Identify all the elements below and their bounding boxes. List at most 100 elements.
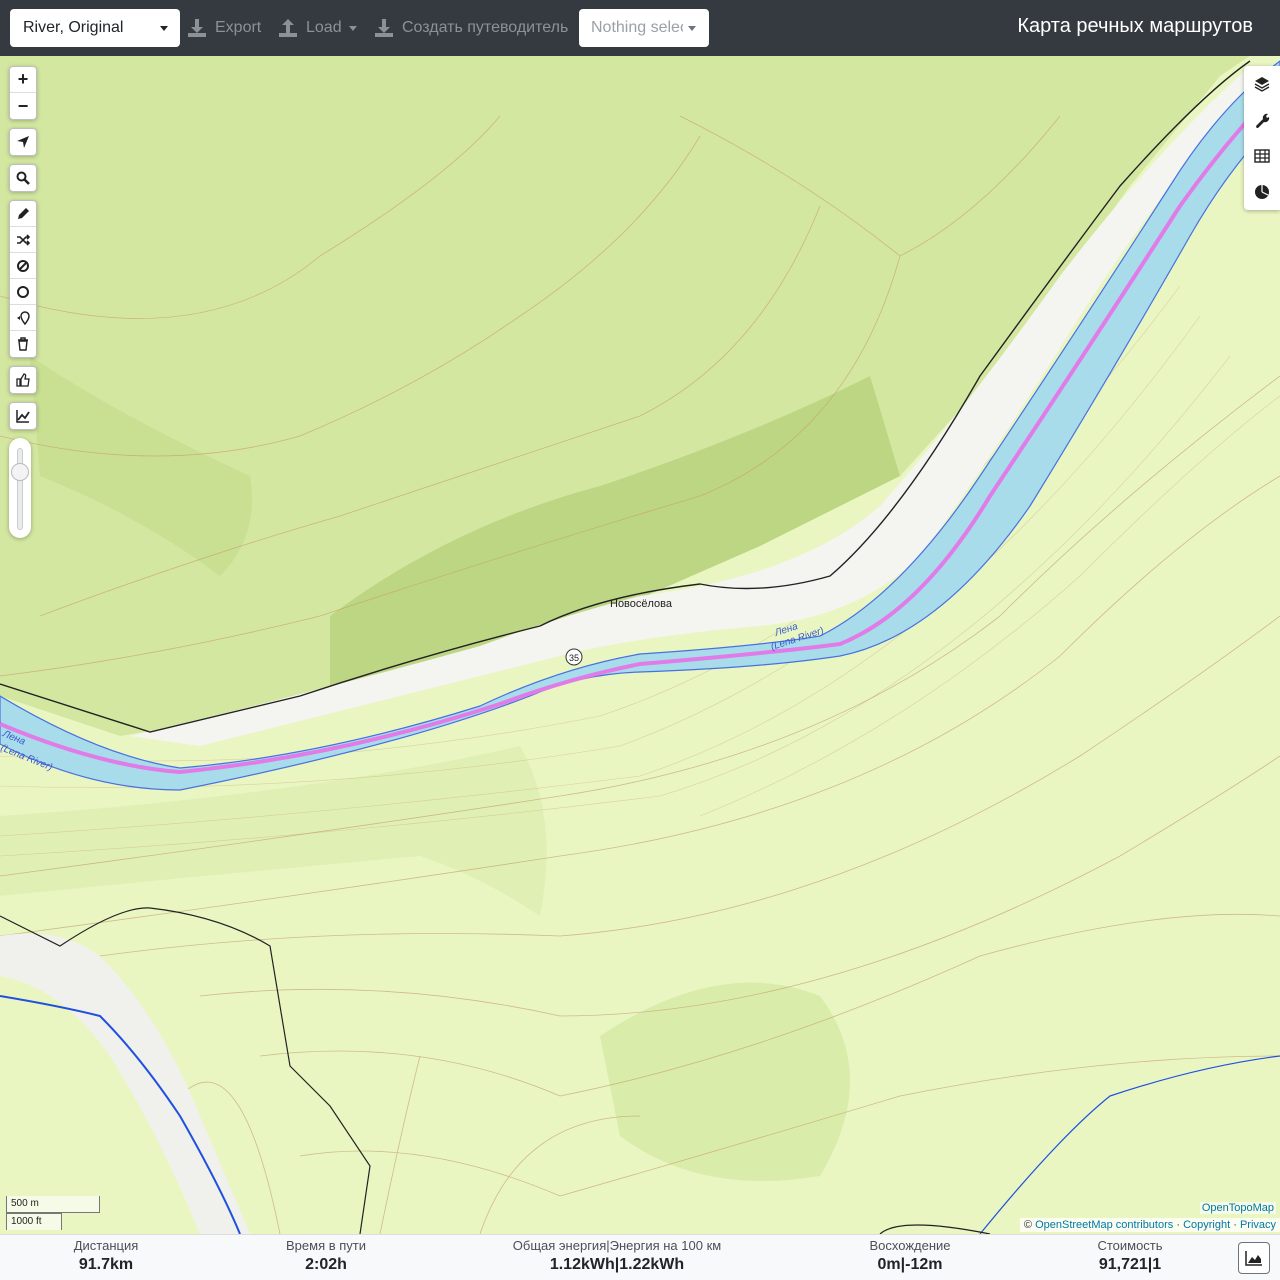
chevron-down-icon — [160, 26, 168, 31]
locate-button[interactable] — [10, 129, 36, 155]
export-button[interactable]: Export — [187, 9, 261, 47]
stat-distance: Дистанция 91.7km — [58, 1238, 154, 1274]
shuffle-icon — [17, 233, 30, 246]
elevation-chart-icon — [16, 410, 30, 423]
privacy-link[interactable]: Privacy — [1240, 1219, 1276, 1231]
search-button[interactable] — [10, 165, 36, 191]
locate-icon — [17, 136, 29, 148]
search-control — [9, 164, 37, 192]
app-root: River, Original Export Load Создать путе… — [0, 0, 1280, 1280]
stat-label: Дистанция — [73, 1238, 139, 1253]
app-title: Карта речных маршрутов — [1017, 15, 1253, 37]
create-guide-button[interactable]: Создать путеводитель — [374, 9, 568, 47]
profile-select[interactable]: River, Original — [10, 9, 180, 47]
stat-ascent: Восхождение 0m|-12m — [860, 1238, 960, 1274]
stat-unit: kWh — [580, 1256, 615, 1273]
profile-select-value: River, Original — [23, 19, 124, 36]
zoom-in-button[interactable]: + — [10, 67, 36, 93]
analysis-button[interactable] — [1244, 174, 1280, 210]
draw-route-button[interactable] — [10, 201, 36, 227]
stat-unit: m — [928, 1256, 943, 1273]
opacity-slider[interactable] — [9, 438, 31, 538]
stat-unit: h — [337, 1256, 347, 1273]
scale-metric: 500 m — [6, 1196, 100, 1213]
stat-value: 1.22 — [619, 1256, 651, 1273]
stat-label: Восхождение — [869, 1238, 951, 1253]
load-button[interactable]: Load — [278, 9, 357, 47]
right-controls — [1244, 66, 1280, 210]
chevron-down-icon — [348, 25, 357, 31]
tile-provider-link[interactable]: OpenTopoMap — [1199, 1202, 1276, 1214]
attribution-prefix: © — [1023, 1219, 1033, 1231]
reverse-route-button[interactable] — [10, 227, 36, 253]
attribution-sep: · — [1233, 1219, 1237, 1231]
route-stats-bar: Дистанция 91.7km Время в пути 2:02h Обща… — [0, 1234, 1280, 1280]
area-chart-icon — [1245, 1251, 1262, 1266]
scale-imperial: 1000 ft — [6, 1213, 62, 1230]
stat-value: -12 — [905, 1256, 929, 1273]
delete-route-button[interactable] — [10, 331, 36, 357]
stat-value: 91.7 — [78, 1256, 110, 1273]
pie-chart-icon — [1255, 185, 1269, 199]
slider-track — [17, 448, 23, 530]
stat-duration: Время в пути 2:02h — [276, 1238, 376, 1274]
pencil-icon — [18, 207, 29, 219]
stat-value: 1.12 — [549, 1256, 581, 1273]
stat-unit: kWh — [650, 1256, 685, 1273]
upload-icon — [279, 19, 297, 37]
layers-button[interactable] — [1244, 66, 1280, 102]
feedback-control — [9, 366, 37, 394]
copyright-link[interactable]: Copyright — [1183, 1219, 1230, 1231]
stat-cost: Стоимость 91,721|1 — [1080, 1238, 1180, 1274]
chevron-down-icon — [688, 26, 696, 31]
stat-value: 2:02 — [305, 1256, 338, 1273]
create-guide-label: Создать путеводитель — [402, 19, 569, 36]
pin-icon — [17, 310, 30, 325]
map-view[interactable]: 35 Новосёлова Лена (Lena River) Лена (Le… — [0, 56, 1280, 1234]
settings-button[interactable] — [1244, 102, 1280, 138]
download-icon — [375, 19, 393, 37]
stat-label: Стоимость — [1097, 1238, 1163, 1253]
wrench-icon — [1256, 113, 1270, 128]
elevation-chart-button[interactable] — [10, 403, 36, 429]
stat-label: Время в пути — [286, 1238, 366, 1253]
trash-icon — [18, 337, 28, 351]
elevation-control — [9, 402, 37, 430]
scale-bar: 500 m 1000 ft — [6, 1196, 100, 1230]
data-table-button[interactable] — [1244, 138, 1280, 174]
stat-label: Общая энергия|Энергия на 100 км — [512, 1238, 722, 1253]
stat-energy: Общая энергия|Энергия на 100 км 1.12kWh|… — [507, 1238, 727, 1274]
export-label: Export — [215, 19, 262, 36]
table-icon — [1254, 149, 1270, 163]
road-marker-label: 35 — [569, 653, 579, 663]
load-label: Load — [306, 19, 342, 36]
draw-toolbar — [9, 200, 37, 358]
search-icon — [16, 171, 30, 185]
village-label: Новосёлова — [610, 598, 673, 610]
attribution-sep: · — [1176, 1219, 1180, 1231]
top-navbar: River, Original Export Load Создать путе… — [0, 0, 1280, 56]
layers-icon — [1254, 77, 1270, 92]
osm-link[interactable]: OpenStreetMap contributors — [1035, 1219, 1173, 1231]
feedback-button[interactable] — [10, 367, 36, 393]
stat-value: 1 — [1152, 1256, 1162, 1273]
no-go-area-button[interactable] — [10, 253, 36, 279]
attribution: © OpenStreetMap contributors · Copyright… — [1019, 1218, 1280, 1232]
zoom-out-button[interactable]: − — [10, 93, 36, 119]
poi-button[interactable] — [10, 305, 36, 331]
slider-handle[interactable] — [11, 463, 29, 481]
zoom-control: + − — [9, 66, 37, 120]
circle-icon — [17, 285, 29, 298]
locate-control — [9, 128, 37, 156]
show-chart-button[interactable] — [1238, 1242, 1270, 1274]
download-icon — [188, 19, 206, 37]
stat-unit: km — [110, 1256, 134, 1273]
stat-value: 91,721 — [1098, 1256, 1148, 1273]
route-select-value: Nothing selected — [591, 19, 683, 36]
topo-map-canvas[interactable]: 35 Новосёлова Лена (Lena River) Лена (Le… — [0, 56, 1280, 1234]
circle-tool-button[interactable] — [10, 279, 36, 305]
thumbs-up-icon — [16, 373, 30, 387]
no-go-icon — [17, 259, 29, 272]
route-select[interactable]: Nothing selected — [579, 9, 709, 47]
stat-unit: m — [886, 1256, 901, 1273]
